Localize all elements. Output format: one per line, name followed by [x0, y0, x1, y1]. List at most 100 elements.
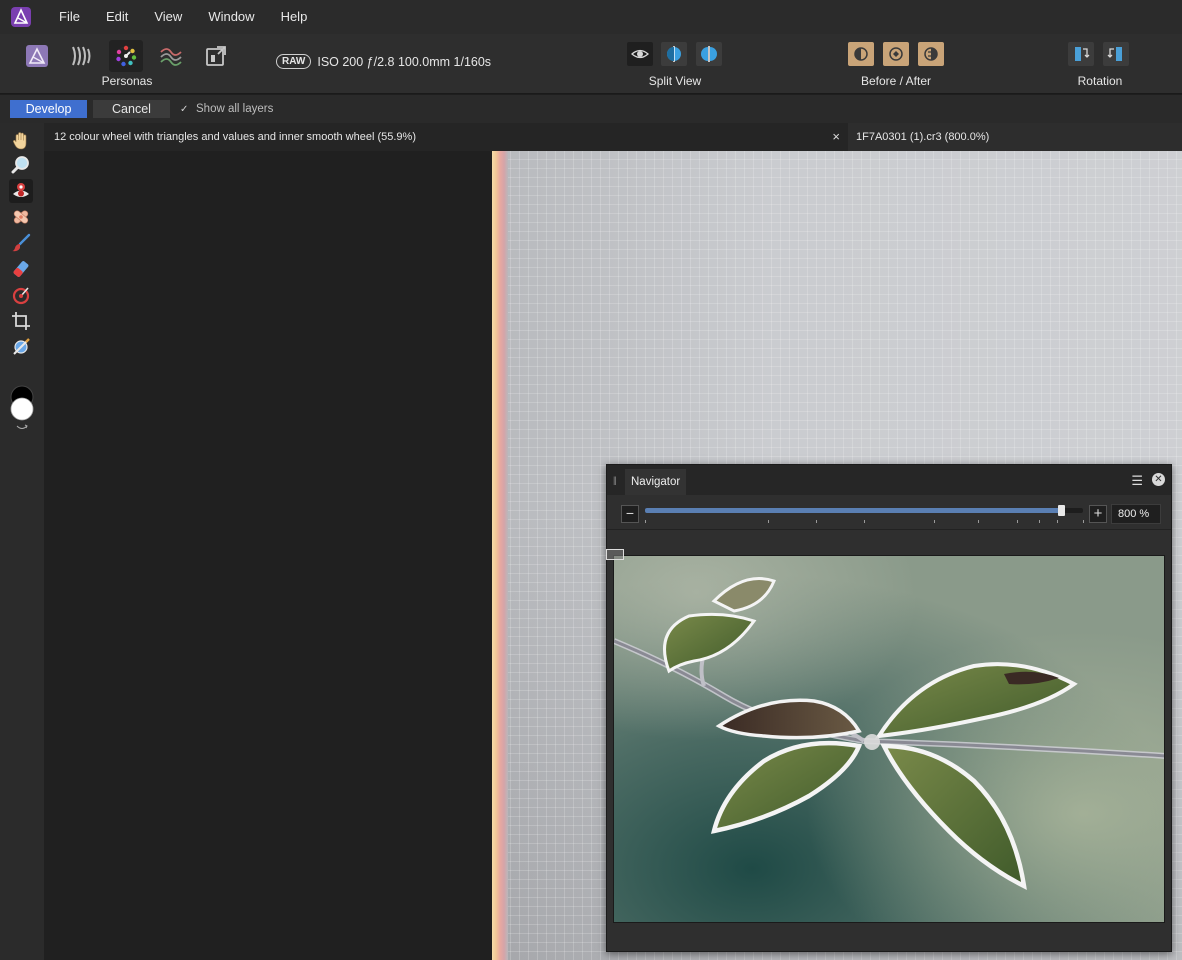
tone-mapping-persona-button[interactable] [154, 40, 188, 72]
close-panel-icon[interactable]: ✕ [1152, 473, 1165, 486]
raw-info: RAW ISO 200 ƒ/2.8 100.0mm 1/160s [276, 54, 491, 69]
split-view-icon [667, 46, 681, 62]
show-all-layers-label: Show all layers [196, 103, 274, 115]
navigator-header: || Navigator ☰ ✕ [607, 465, 1171, 495]
zoom-tick [864, 520, 865, 523]
document-tab-colour-wheel[interactable]: 12 colour wheel with triangles and value… [44, 123, 848, 151]
affinity-photo-logo-icon [11, 7, 31, 27]
view-tool[interactable] [9, 129, 33, 153]
zoom-slider-thumb[interactable] [1058, 505, 1066, 516]
frosted-leaves-photo [614, 556, 1164, 922]
photo-persona-icon [26, 45, 48, 67]
crop-icon [12, 312, 30, 330]
zoom-tool[interactable] [9, 153, 33, 177]
navigator-panel: || Navigator ☰ ✕ − + 800 % [606, 464, 1172, 952]
eye-icon [631, 49, 649, 59]
brush-icon [12, 233, 31, 252]
single-view-button[interactable] [627, 42, 653, 66]
menu-window[interactable]: Window [195, 0, 267, 34]
eraser-tool[interactable] [9, 257, 33, 281]
liquify-persona-button[interactable] [64, 40, 98, 72]
show-all-layers-checkbox[interactable]: ✓ Show all layers [180, 103, 273, 115]
mirror-view-icon [701, 46, 717, 62]
zoom-out-button[interactable]: − [621, 505, 639, 523]
personas-label: Personas [101, 74, 153, 88]
tone-mapping-persona-icon [160, 48, 182, 66]
develop-persona-button[interactable] [109, 40, 143, 72]
rotate-right-button[interactable] [1103, 42, 1129, 66]
liquify-persona-icon [72, 46, 91, 66]
color-swatches-icon[interactable] [9, 385, 35, 435]
split-view-label: Split View [648, 74, 702, 88]
zoom-tick [767, 520, 769, 523]
navigator-preview[interactable] [613, 555, 1165, 923]
close-tab-icon[interactable]: × [832, 129, 840, 144]
white-balance-tool[interactable] [9, 335, 33, 359]
menu-edit[interactable]: Edit [93, 0, 141, 34]
mirror-view-button[interactable] [696, 42, 722, 66]
zoom-tick [1083, 520, 1084, 523]
rotate-left-icon [1075, 47, 1090, 61]
context-toolbar: Develop Cancel ✓ Show all layers [0, 95, 1182, 123]
blemish-tool[interactable] [9, 205, 33, 229]
before-after-right-icon [924, 47, 938, 61]
menu-help[interactable]: Help [268, 0, 321, 34]
exif-info: ISO 200 ƒ/2.8 100.0mm 1/160s [317, 54, 492, 69]
zoom-tick [815, 520, 817, 523]
canvas-edge-strip [492, 151, 508, 960]
develop-button[interactable]: Develop [10, 100, 87, 118]
zoom-tick [645, 520, 646, 523]
document-tab-title: 12 colour wheel with triangles and value… [54, 131, 416, 143]
zoom-tick [977, 520, 979, 523]
menu-file[interactable]: File [46, 0, 93, 34]
brush-tool[interactable] [9, 231, 33, 255]
red-eye-tool[interactable] [9, 179, 33, 203]
zoom-slider[interactable] [645, 505, 1083, 516]
before-after-left-icon [854, 47, 868, 61]
tools-panel [0, 123, 44, 960]
export-persona-button[interactable] [199, 40, 233, 72]
raw-badge: RAW [276, 54, 312, 69]
toolbar: Personas RAW ISO 200 ƒ/2.8 100.0mm 1/160… [0, 34, 1182, 94]
zoom-value-field[interactable]: 800 % [1111, 504, 1161, 524]
menu-bar: File Edit View Window Help [0, 0, 1182, 34]
document-tab-raw[interactable]: 1F7A0301 (1).cr3 (800.0%) [848, 123, 1182, 151]
before-after-button-2[interactable] [883, 42, 909, 66]
crop-tool[interactable] [9, 309, 33, 333]
panel-grip-icon[interactable]: || [613, 475, 617, 485]
before-after-swap-icon [889, 47, 903, 61]
zoom-slider-fill [645, 508, 1062, 513]
gradient-tool[interactable] [9, 283, 33, 307]
white-balance-icon [13, 338, 30, 355]
zoom-in-button[interactable]: + [1089, 505, 1107, 523]
checkmark-icon: ✓ [180, 103, 189, 115]
rotate-left-button[interactable] [1068, 42, 1094, 66]
develop-persona-icon [116, 45, 137, 67]
zoom-icon [11, 156, 29, 174]
zoom-tick [1017, 520, 1019, 523]
navigator-title: Navigator [631, 476, 681, 488]
navigator-tab[interactable]: Navigator [625, 469, 687, 495]
gradient-icon [12, 287, 30, 305]
rotate-right-icon [1107, 47, 1122, 61]
hand-icon [13, 132, 27, 150]
photo-persona-button[interactable] [20, 40, 54, 72]
panel-menu-icon[interactable]: ☰ [1131, 473, 1143, 489]
red-eye-icon [13, 183, 29, 197]
cancel-button[interactable]: Cancel [93, 100, 170, 118]
export-persona-icon [206, 46, 226, 66]
rotation-label: Rotation [1077, 74, 1123, 88]
before-after-button-3[interactable] [918, 42, 944, 66]
zoom-tick [1056, 520, 1058, 523]
zoom-tick [934, 520, 936, 523]
split-view-button[interactable] [661, 42, 687, 66]
before-after-label: Before / After [860, 74, 932, 88]
document-tab-title: 1F7A0301 (1).cr3 (800.0%) [856, 131, 990, 143]
before-after-button-1[interactable] [848, 42, 874, 66]
zoom-tick [1039, 520, 1041, 523]
eraser-icon [13, 261, 29, 277]
navigator-view-rectangle[interactable] [606, 549, 624, 560]
divider [607, 529, 1171, 530]
menu-view[interactable]: View [141, 0, 195, 34]
blemish-icon [13, 210, 29, 224]
